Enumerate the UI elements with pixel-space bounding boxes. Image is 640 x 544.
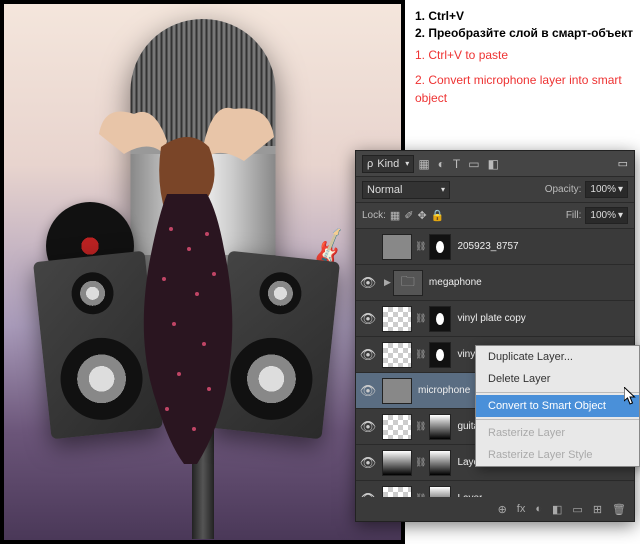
- speaker-left: [33, 251, 163, 440]
- lock-all-icon[interactable]: 🔒: [431, 209, 445, 222]
- chevron-down-icon: ▾: [441, 185, 445, 194]
- layer-mask-thumbnail[interactable]: [429, 414, 451, 440]
- lock-row[interactable]: Lock: ▦ ✐ ✥ 🔒 Fill: 100% ▾: [356, 203, 634, 229]
- instruction-line-3: 1. Ctrl+V to paste: [415, 47, 633, 64]
- visibility-toggle[interactable]: 👁: [356, 275, 380, 291]
- chevron-down-icon: ▾: [405, 159, 409, 168]
- layers-footer[interactable]: ⊕ fx ◐ ◧ ▭ ⊞ 🗑: [356, 497, 634, 521]
- blend-row[interactable]: Normal ▾ Opacity: 100% ▾: [356, 177, 634, 203]
- visibility-toggle[interactable]: 👁: [356, 455, 380, 471]
- filter-kind-icon: ρ: [367, 158, 373, 170]
- link-icon[interactable]: ⛓: [415, 349, 426, 360]
- link-icon[interactable]: ⛓: [415, 241, 426, 252]
- visibility-toggle[interactable]: 👁: [356, 383, 380, 399]
- fill-field[interactable]: 100% ▾: [585, 207, 628, 224]
- blend-mode-value: Normal: [367, 184, 402, 196]
- layer-mask-thumbnail[interactable]: [429, 486, 451, 498]
- chevron-down-icon: ▾: [618, 182, 623, 197]
- blend-mode-select[interactable]: Normal ▾: [362, 181, 450, 199]
- opacity-value: 100%: [590, 182, 616, 197]
- instruction-text: 1. Ctrl+V 2. Преобразйте слой в смарт-об…: [415, 8, 633, 107]
- layer-thumbnail[interactable]: [382, 234, 412, 260]
- opacity-label: Opacity:: [545, 184, 582, 195]
- footer-button-1[interactable]: fx: [517, 503, 526, 515]
- layer-row[interactable]: ⛓ 205923_8757: [356, 229, 634, 265]
- layer-row[interactable]: 👁 ⛓ Layer: [356, 481, 634, 497]
- filter-type-icon[interactable]: T: [453, 157, 460, 171]
- footer-button-2[interactable]: ◐: [535, 503, 542, 515]
- context-item: Rasterize Layer: [476, 422, 639, 444]
- filter-kind-label: Kind: [377, 158, 399, 170]
- filter-pixel-icon[interactable]: ▦: [418, 157, 429, 171]
- link-icon[interactable]: ⛓: [415, 313, 426, 324]
- document-canvas[interactable]: MXL 990 🎸: [0, 0, 405, 544]
- filter-shape-icon[interactable]: ▭: [468, 157, 479, 171]
- layer-mask-thumbnail[interactable]: [429, 342, 451, 368]
- filter-adjust-icon[interactable]: ◐: [438, 157, 445, 171]
- link-icon[interactable]: ⛓: [415, 493, 426, 497]
- layer-thumbnail[interactable]: [382, 306, 412, 332]
- context-separator: [476, 392, 639, 393]
- visibility-toggle[interactable]: 👁: [356, 491, 380, 498]
- layer-row[interactable]: 👁 ⛓ vinyl plate copy: [356, 301, 634, 337]
- opacity-field[interactable]: 100% ▾: [585, 181, 628, 198]
- speaker-right: [210, 251, 340, 440]
- lock-transparency-icon[interactable]: ▦: [390, 209, 400, 222]
- visibility-toggle[interactable]: 👁: [356, 311, 380, 327]
- layer-name[interactable]: vinyl plate copy: [457, 313, 525, 324]
- layer-thumbnail[interactable]: [382, 414, 412, 440]
- microphone-grille: [130, 19, 275, 154]
- lock-position-icon[interactable]: ✥: [418, 209, 427, 222]
- filter-smart-icon[interactable]: ◧: [488, 157, 499, 171]
- layer-thumbnail[interactable]: [382, 342, 412, 368]
- footer-button-3[interactable]: ◧: [552, 503, 562, 516]
- layer-row[interactable]: 👁 ▶🗀 megaphone: [356, 265, 634, 301]
- footer-button-5[interactable]: ⊞: [593, 503, 602, 516]
- instruction-line-2: 2. Преобразйте слой в смарт-объект: [415, 25, 633, 42]
- context-item[interactable]: Delete Layer: [476, 368, 639, 390]
- context-menu[interactable]: Duplicate Layer...Delete Layer Convert to…: [475, 345, 640, 467]
- folder-icon: 🗀: [393, 270, 423, 296]
- context-item[interactable]: Duplicate Layer...: [476, 346, 639, 368]
- filter-icons[interactable]: ▦ ◐ T ▭ ◧: [418, 157, 499, 171]
- fill-label: Fill:: [566, 210, 582, 221]
- footer-button-4[interactable]: ▭: [572, 503, 582, 516]
- context-item: Rasterize Layer Style: [476, 444, 639, 466]
- microphone-graphic: MXL 990: [130, 19, 275, 289]
- layer-name[interactable]: 205923_8757: [457, 241, 518, 252]
- chevron-down-icon: ▾: [618, 208, 623, 223]
- lock-label: Lock:: [362, 210, 386, 221]
- layers-filter-row[interactable]: ρ Kind ▾ ▦ ◐ T ▭ ◧ ▭: [356, 151, 634, 177]
- visibility-toggle[interactable]: 👁: [356, 347, 380, 363]
- layer-thumbnail[interactable]: [382, 450, 412, 476]
- layer-thumbnail[interactable]: [382, 378, 412, 404]
- expand-triangle-icon[interactable]: ▶: [384, 277, 391, 288]
- layer-mask-thumbnail[interactable]: [429, 306, 451, 332]
- context-item[interactable]: Convert to Smart Object: [476, 395, 639, 417]
- link-icon[interactable]: ⛓: [415, 457, 426, 468]
- layer-mask-thumbnail[interactable]: [429, 450, 451, 476]
- filter-kind-select[interactable]: ρ Kind ▾: [362, 155, 414, 173]
- layer-name[interactable]: megaphone: [429, 277, 482, 288]
- footer-button-6[interactable]: 🗑: [612, 503, 626, 516]
- fill-value: 100%: [590, 208, 616, 223]
- layer-mask-thumbnail[interactable]: [429, 234, 451, 260]
- instruction-line-4: 2. Convert microphone layer into smart o…: [415, 72, 633, 107]
- visibility-toggle[interactable]: 👁: [356, 419, 380, 435]
- lock-brush-icon[interactable]: ✐: [404, 209, 413, 222]
- footer-button-0[interactable]: ⊕: [498, 503, 507, 516]
- instruction-line-1: 1. Ctrl+V: [415, 8, 633, 25]
- link-icon[interactable]: ⛓: [415, 421, 426, 432]
- filter-toggle[interactable]: ▭: [618, 157, 628, 170]
- layer-name[interactable]: Layer: [457, 493, 482, 497]
- layer-name[interactable]: microphone: [418, 385, 470, 396]
- context-separator: [476, 419, 639, 420]
- microphone-stand: [192, 289, 214, 539]
- layer-thumbnail[interactable]: [382, 486, 412, 498]
